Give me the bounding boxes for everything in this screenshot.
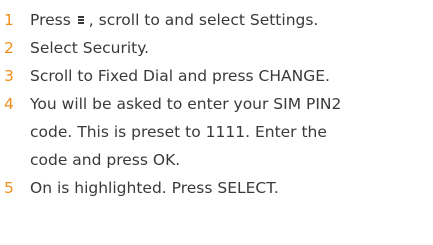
step-text: Press , scroll to and select Settings.: [30, 6, 430, 34]
step-number: 4: [4, 95, 14, 113]
step-number: 5: [4, 179, 14, 197]
step-number: 3: [4, 67, 14, 85]
step-text: Select Security.: [30, 39, 150, 57]
step-number: 2: [4, 39, 14, 57]
step-text-line: You will be asked to enter your SIM PIN2: [30, 95, 342, 113]
step-text: On is highlighted. Press SELECT.: [30, 179, 279, 197]
step-text-part: , scroll to and select Settings.: [88, 11, 319, 29]
menu-icon: [76, 13, 86, 27]
step-text-line: code. This is preset to 1111. Enter the: [30, 123, 327, 141]
step-number: 1: [4, 11, 14, 29]
step-text: Scroll to Fixed Dial and press CHANGE.: [30, 67, 330, 85]
step-text-line: code and press OK.: [30, 151, 181, 169]
step-text-part: Press: [30, 11, 71, 29]
